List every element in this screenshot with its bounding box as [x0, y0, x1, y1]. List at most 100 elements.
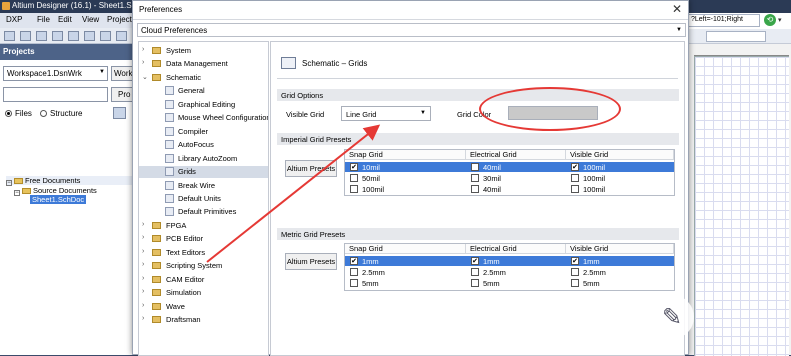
layer-icon[interactable] — [84, 31, 95, 41]
nav-item-library-autozoom[interactable]: Library AutoZoom — [139, 153, 268, 165]
collapse-icon[interactable]: − — [6, 180, 12, 186]
grid-value-cell[interactable]: 2.5mm — [583, 268, 606, 277]
menu-project[interactable]: Project — [107, 15, 132, 24]
workspace-select[interactable]: Workspace1.DsnWrk ▼ — [3, 66, 108, 81]
grid-enable-checkbox[interactable] — [471, 279, 479, 287]
nav-item-draftsman[interactable]: › Draftsman — [139, 314, 268, 326]
project-input[interactable] — [3, 87, 108, 102]
grid-enable-checkbox[interactable] — [571, 174, 579, 182]
nav-item-grids[interactable]: Grids — [139, 166, 268, 179]
chevron-right-icon[interactable]: › — [142, 234, 144, 241]
grid-enable-checkbox[interactable]: ✔ — [471, 257, 479, 265]
nav-item-schematic[interactable]: ⌄ Schematic — [139, 72, 268, 84]
nav-item-default-units[interactable]: Default Units — [139, 193, 268, 205]
grid-value-cell[interactable]: 2.5mm — [362, 268, 385, 277]
collapse-icon[interactable]: − — [14, 190, 20, 196]
save-icon[interactable] — [36, 31, 47, 41]
navigate-go-icon[interactable]: ⟲ — [764, 14, 776, 26]
grid-enable-checkbox[interactable] — [350, 185, 358, 193]
chevron-right-icon[interactable]: › — [142, 302, 144, 309]
metric-altium-presets-button[interactable]: Altium Presets — [285, 253, 337, 270]
nav-item-pcb-editor[interactable]: › PCB Editor — [139, 233, 268, 245]
grid-enable-checkbox[interactable] — [350, 174, 358, 182]
grid-enable-checkbox[interactable] — [350, 279, 358, 287]
nav-item-mouse-wheel-configuration[interactable]: Mouse Wheel Configuration — [139, 112, 268, 124]
grid-value-cell[interactable]: 2.5mm — [483, 268, 506, 277]
grid-enable-checkbox[interactable] — [471, 163, 479, 171]
chevron-right-icon[interactable]: › — [142, 315, 144, 322]
grid-enable-checkbox[interactable]: ✔ — [350, 163, 358, 171]
coordinate-readout[interactable]: ?Left=-101;Right — [688, 14, 760, 27]
nav-item-autofocus[interactable]: AutoFocus — [139, 139, 268, 151]
print-icon[interactable] — [52, 31, 63, 41]
nav-item-text-editors[interactable]: › Text Editors — [139, 247, 268, 259]
tree-item-source-documents[interactable]: − Source Documents — [14, 186, 97, 196]
grid-value-cell[interactable]: 30mil — [483, 174, 501, 183]
chevron-right-icon[interactable]: › — [142, 221, 144, 228]
board-icon[interactable] — [100, 31, 111, 41]
chevron-down-icon[interactable]: ▾ — [778, 16, 782, 24]
nav-item-data-management[interactable]: › Data Management — [139, 58, 268, 70]
grid-enable-checkbox[interactable] — [571, 268, 579, 276]
document-toolbar-field[interactable] — [706, 31, 766, 42]
visible-grid-select[interactable]: Line Grid ▼ — [341, 106, 431, 121]
new-icon[interactable] — [4, 31, 15, 41]
zoom-icon[interactable] — [68, 31, 79, 41]
nav-item-break-wire[interactable]: Break Wire — [139, 180, 268, 192]
grid-enable-checkbox[interactable] — [350, 268, 358, 276]
grid-enable-checkbox[interactable]: ✔ — [571, 257, 579, 265]
nav-item-scripting-system[interactable]: › Scripting System — [139, 260, 268, 272]
table-row[interactable]: 2.5mm 2.5mm 2.5mm — [345, 267, 674, 277]
grid-value-cell[interactable]: 5mm — [362, 279, 379, 288]
chevron-right-icon[interactable]: › — [142, 261, 144, 268]
menu-file[interactable]: File — [37, 15, 50, 24]
project-options-icon[interactable] — [113, 107, 126, 119]
grid-value-cell[interactable]: 1mm — [583, 257, 600, 266]
grid-enable-checkbox[interactable] — [471, 268, 479, 276]
files-radio[interactable] — [5, 110, 12, 117]
open-icon[interactable] — [20, 31, 31, 41]
grid-value-cell[interactable]: 40mil — [483, 185, 501, 194]
component-icon[interactable] — [116, 31, 127, 41]
nav-item-system[interactable]: › System — [139, 45, 268, 57]
table-row[interactable]: 5mm 5mm 5mm — [345, 278, 674, 288]
nav-item-cam-editor[interactable]: › CAM Editor — [139, 274, 268, 286]
nav-item-default-primitives[interactable]: Default Primitives — [139, 206, 268, 218]
tree-item-free-documents[interactable]: − Free Documents — [6, 176, 137, 186]
grid-value-cell[interactable]: 40mil — [483, 163, 501, 172]
chevron-right-icon[interactable]: › — [142, 248, 144, 255]
grid-value-cell[interactable]: 100mil — [583, 185, 605, 194]
nav-item-graphical-editing[interactable]: Graphical Editing — [139, 99, 268, 111]
grid-value-cell[interactable]: 100mil — [362, 185, 384, 194]
grid-value-cell[interactable]: 100mil — [583, 163, 605, 172]
grid-enable-checkbox[interactable] — [471, 185, 479, 193]
menu-edit[interactable]: Edit — [58, 15, 72, 24]
chevron-right-icon[interactable]: › — [142, 275, 144, 282]
structure-radio[interactable] — [40, 110, 47, 117]
table-row[interactable]: 100mil 40mil 100mil — [345, 184, 674, 194]
grid-value-cell[interactable]: 1mm — [362, 257, 379, 266]
chevron-down-icon[interactable]: ⌄ — [142, 73, 148, 81]
grid-value-cell[interactable]: 50mil — [362, 174, 380, 183]
menu-view[interactable]: View — [82, 15, 99, 24]
grid-enable-checkbox[interactable] — [571, 185, 579, 193]
chevron-right-icon[interactable]: › — [142, 59, 144, 66]
nav-item-simulation[interactable]: › Simulation — [139, 287, 268, 299]
grid-value-cell[interactable]: 1mm — [483, 257, 500, 266]
grid-value-cell[interactable]: 5mm — [583, 279, 600, 288]
grid-enable-checkbox[interactable] — [571, 279, 579, 287]
schematic-sheet[interactable] — [694, 56, 789, 356]
grid-value-cell[interactable]: 5mm — [483, 279, 500, 288]
imperial-altium-presets-button[interactable]: Altium Presets — [285, 160, 337, 177]
table-row[interactable]: ✔ 10mil 40mil ✔ 100mil — [345, 162, 674, 172]
chevron-right-icon[interactable]: › — [142, 46, 144, 53]
nav-item-fpga[interactable]: › FPGA — [139, 220, 268, 232]
cloud-preferences-select[interactable]: Cloud Preferences ▼ — [137, 23, 686, 37]
sheet-canvas[interactable] — [686, 44, 791, 356]
menu-dxp[interactable]: DXP — [6, 15, 22, 24]
grid-enable-checkbox[interactable]: ✔ — [350, 257, 358, 265]
nav-item-general[interactable]: General — [139, 85, 268, 97]
nav-item-wave[interactable]: › Wave — [139, 301, 268, 313]
grid-enable-checkbox[interactable] — [471, 174, 479, 182]
tree-item-sheet1[interactable]: Sheet1.SchDoc — [30, 195, 87, 204]
